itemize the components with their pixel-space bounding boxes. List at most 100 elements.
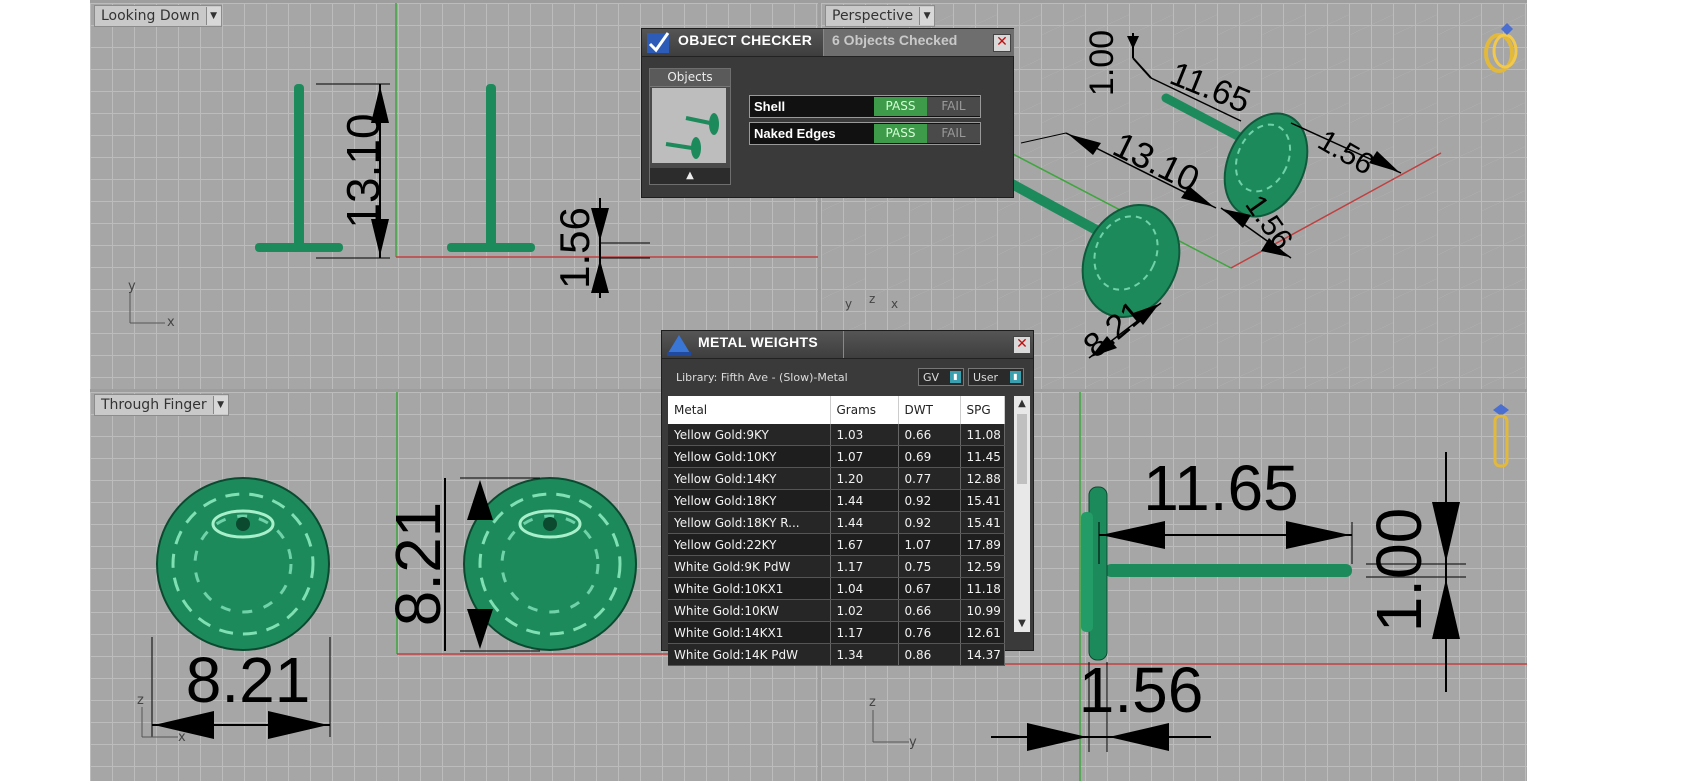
spg-cell: 11.08 [960, 424, 1005, 446]
dwt-cell: 0.92 [898, 489, 961, 512]
dwt-cell: 0.77 [898, 467, 961, 490]
object-checker-panel: OBJECT CHECKER 6 Objects Checked ✕ Objec… [641, 28, 1014, 198]
metal-weights-titlebar[interactable]: METAL WEIGHTS ✕ [662, 331, 1033, 359]
scale-icon [667, 335, 691, 356]
select-value: GV [923, 371, 940, 384]
dwt-cell: 0.66 [898, 424, 961, 446]
table-row[interactable]: Yellow Gold:22KY 1.67 1.07 17.89 [668, 533, 1005, 556]
table-row[interactable]: Yellow Gold:9KY 1.03 0.66 11.08 [668, 424, 1005, 446]
table-row[interactable]: Yellow Gold:18KY 1.44 0.92 15.41 [668, 489, 1005, 512]
chevron-down-icon[interactable]: ▼ [212, 396, 228, 414]
chevron-down-icon[interactable]: ▼ [205, 7, 221, 25]
jewelry-cad-workspace: Looking Down ▼ 13.10 1.56 y x Perspectiv… [90, 0, 1527, 781]
dwt-cell: 1.07 [898, 533, 961, 556]
fail-indicator: FAIL [927, 97, 980, 116]
spg-cell: 14.37 [960, 643, 1005, 666]
spg-cell: 12.61 [960, 621, 1005, 644]
spg-cell: 12.88 [960, 467, 1005, 490]
table-row[interactable]: Yellow Gold:10KY 1.07 0.69 11.45 [668, 445, 1005, 468]
table-row[interactable]: Yellow Gold:14KY 1.20 0.77 12.88 [668, 467, 1005, 490]
dwt-cell: 0.66 [898, 599, 961, 622]
dimension-label: 1.00 [1083, 30, 1121, 96]
earring-post-side-right[interactable] [447, 84, 535, 252]
axis-x-label: x [167, 315, 175, 330]
table-row[interactable]: White Gold:9K PdW 1.17 0.75 12.59 [668, 555, 1005, 578]
metal-cell: White Gold:10KW [668, 599, 831, 622]
objects-list[interactable]: Objects ▲ [649, 68, 731, 185]
gv-select[interactable]: GV ▮ [918, 368, 964, 386]
scroll-down-icon[interactable]: ▼ [1014, 616, 1030, 632]
pass-indicator: PASS [874, 97, 927, 116]
dwt-cell: 0.67 [898, 577, 961, 600]
grams-cell: 1.02 [830, 599, 899, 622]
dwt-cell: 0.75 [898, 555, 961, 578]
column-header-dwt[interactable]: DWT [898, 396, 961, 424]
viewport-label: Through Finger [101, 397, 207, 413]
close-icon[interactable]: ✕ [993, 34, 1011, 52]
dimension-label: 1.00 [1363, 508, 1435, 633]
grams-cell: 1.07 [830, 445, 899, 468]
table-row[interactable]: White Gold:10KW 1.02 0.66 10.99 [668, 599, 1005, 622]
axis-z-label: z [869, 695, 876, 710]
column-header-spg[interactable]: SPG [960, 396, 1005, 424]
grams-cell: 1.44 [830, 511, 899, 534]
objects-thumbnail[interactable] [652, 88, 726, 163]
viewport-menu-through-finger[interactable]: Through Finger ▼ [94, 394, 229, 416]
metal-cell: Yellow Gold:18KY R... [668, 511, 831, 534]
dwt-cell: 0.92 [898, 511, 961, 534]
viewport-menu-perspective[interactable]: Perspective ▼ [825, 5, 936, 27]
chevron-down-icon[interactable]: ▼ [919, 7, 935, 25]
dimension-label: 8.21 [186, 644, 311, 716]
user-select[interactable]: User ▮ [968, 368, 1024, 386]
metal-cell: Yellow Gold:10KY [668, 445, 831, 468]
check-label: Shell [754, 99, 786, 114]
earring-front-right[interactable] [463, 477, 637, 651]
pass-indicator: PASS [874, 124, 927, 143]
earring-post-side-left[interactable] [255, 84, 343, 252]
close-icon[interactable]: ✕ [1013, 336, 1031, 354]
column-header-grams[interactable]: Grams [830, 396, 899, 424]
earring-post-perspective-front[interactable] [996, 173, 1197, 333]
object-checker-title: OBJECT CHECKER [678, 32, 813, 48]
scroll-up-icon[interactable]: ▲ [650, 168, 730, 184]
metal-cell: Yellow Gold:22KY [668, 533, 831, 556]
ring-side-icon[interactable] [1489, 404, 1513, 468]
dimension-label: 1.56 [1079, 654, 1204, 726]
metal-cell: Yellow Gold:9KY [668, 424, 831, 446]
spg-cell: 15.41 [960, 489, 1005, 512]
spg-cell: 11.45 [960, 445, 1005, 468]
dwt-cell: 0.86 [898, 643, 961, 666]
ring-icon[interactable] [1481, 23, 1521, 75]
grams-cell: 1.03 [830, 424, 899, 446]
spg-cell: 17.89 [960, 533, 1005, 556]
earring-front-left[interactable] [156, 477, 330, 651]
axis-y-label: y [909, 735, 917, 750]
table-row[interactable]: White Gold:10KX1 1.04 0.67 11.18 [668, 577, 1005, 600]
table-row[interactable]: White Gold:14KX1 1.17 0.76 12.61 [668, 621, 1005, 644]
table-row[interactable]: White Gold:14K PdW 1.34 0.86 14.37 [668, 643, 1005, 666]
table-row[interactable]: Yellow Gold:18KY R... 1.44 0.92 15.41 [668, 511, 1005, 534]
fail-indicator: FAIL [927, 124, 980, 143]
chevron-down-icon: ▮ [950, 371, 961, 383]
object-checker-titlebar[interactable]: OBJECT CHECKER 6 Objects Checked ✕ [642, 29, 1014, 57]
checkmark-icon [647, 32, 670, 53]
metal-cell: White Gold:14K PdW [668, 643, 831, 666]
grams-cell: 1.17 [830, 555, 899, 578]
table-header-row: Metal Grams DWT SPG [668, 396, 1005, 424]
dwt-cell: 0.76 [898, 621, 961, 644]
column-header-metal[interactable]: Metal [668, 396, 831, 424]
dimension-label: 13.10 [1107, 124, 1206, 200]
grams-cell: 1.44 [830, 489, 899, 512]
metal-cell: White Gold:10KX1 [668, 577, 831, 600]
viewport-label: Looking Down [101, 8, 200, 24]
axis-y-label: y [845, 297, 852, 311]
viewport-menu-looking-down[interactable]: Looking Down ▼ [94, 5, 222, 27]
scrollbar-thumb[interactable] [1017, 414, 1027, 484]
table-scrollbar[interactable]: ▲ ▼ [1014, 396, 1030, 632]
select-value: User [973, 371, 999, 384]
scroll-up-icon[interactable]: ▲ [1014, 396, 1030, 412]
grams-cell: 1.20 [830, 467, 899, 490]
metal-cell: White Gold:9K PdW [668, 555, 831, 578]
dimension-label: 1.56 [1312, 124, 1379, 182]
metal-cell: Yellow Gold:14KY [668, 467, 831, 490]
